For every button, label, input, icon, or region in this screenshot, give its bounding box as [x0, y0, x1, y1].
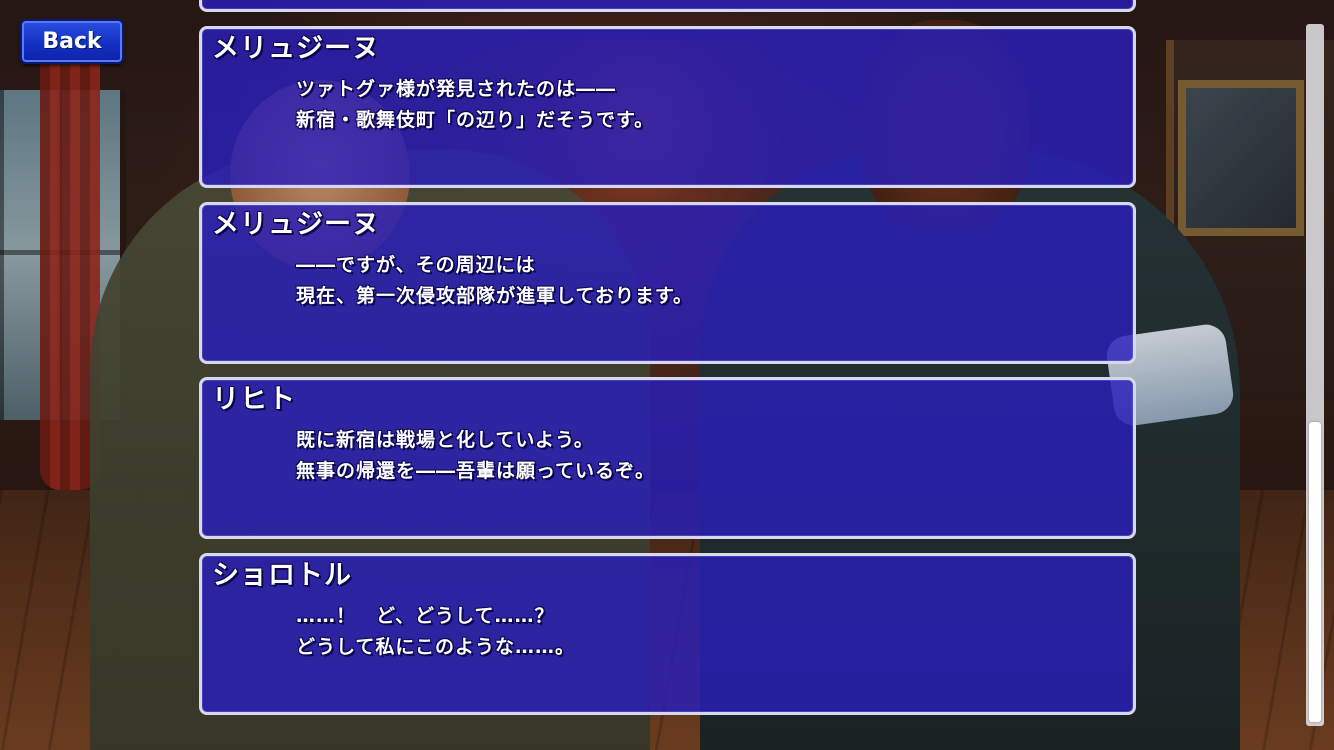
log-entry: リヒト 既に新宿は戦場と化していよう。 無事の帰還を――吾輩は願っているぞ。	[199, 377, 1136, 539]
dialogue-line: ツァトグァ様が発見されたのは――	[296, 78, 617, 100]
dialogue-log[interactable]: メリュジーヌ ツァトグァ様が発見されたのは―― 新宿・歌舞伎町「の辺り」だそうで…	[199, 0, 1136, 750]
speaker-name: メリュジーヌ	[212, 33, 380, 64]
scrollbar-thumb[interactable]	[1309, 422, 1321, 722]
dialogue-line: 無事の帰還を――吾輩は願っているぞ。	[296, 460, 656, 482]
speaker-name: ショロトル	[212, 560, 352, 591]
dialogue-line: 既に新宿は戦場と化していよう。	[296, 429, 594, 451]
dialogue-line: 現在、第一次侵攻部隊が進軍しております。	[296, 285, 693, 307]
dialogue-line: どうして私にこのような……。	[296, 636, 576, 658]
dialogue-line: ――ですが、その周辺には	[296, 254, 536, 276]
back-button[interactable]: Back	[20, 19, 124, 64]
speaker-name: リヒト	[212, 384, 296, 415]
speaker-name: メリュジーヌ	[212, 209, 380, 240]
log-entry-partial	[199, 0, 1136, 12]
log-entry: メリュジーヌ ――ですが、その周辺には 現在、第一次侵攻部隊が進軍しております。	[199, 202, 1136, 364]
dialogue-line: 新宿・歌舞伎町「の辺り」だそうです。	[296, 109, 655, 131]
log-entry: ショロトル ……！ ど、どうして……？ どうして私にこのような……。	[199, 553, 1136, 715]
dialogue-line: ……！ ど、どうして……？	[296, 605, 555, 627]
log-entry: メリュジーヌ ツァトグァ様が発見されたのは―― 新宿・歌舞伎町「の辺り」だそうで…	[199, 26, 1136, 188]
